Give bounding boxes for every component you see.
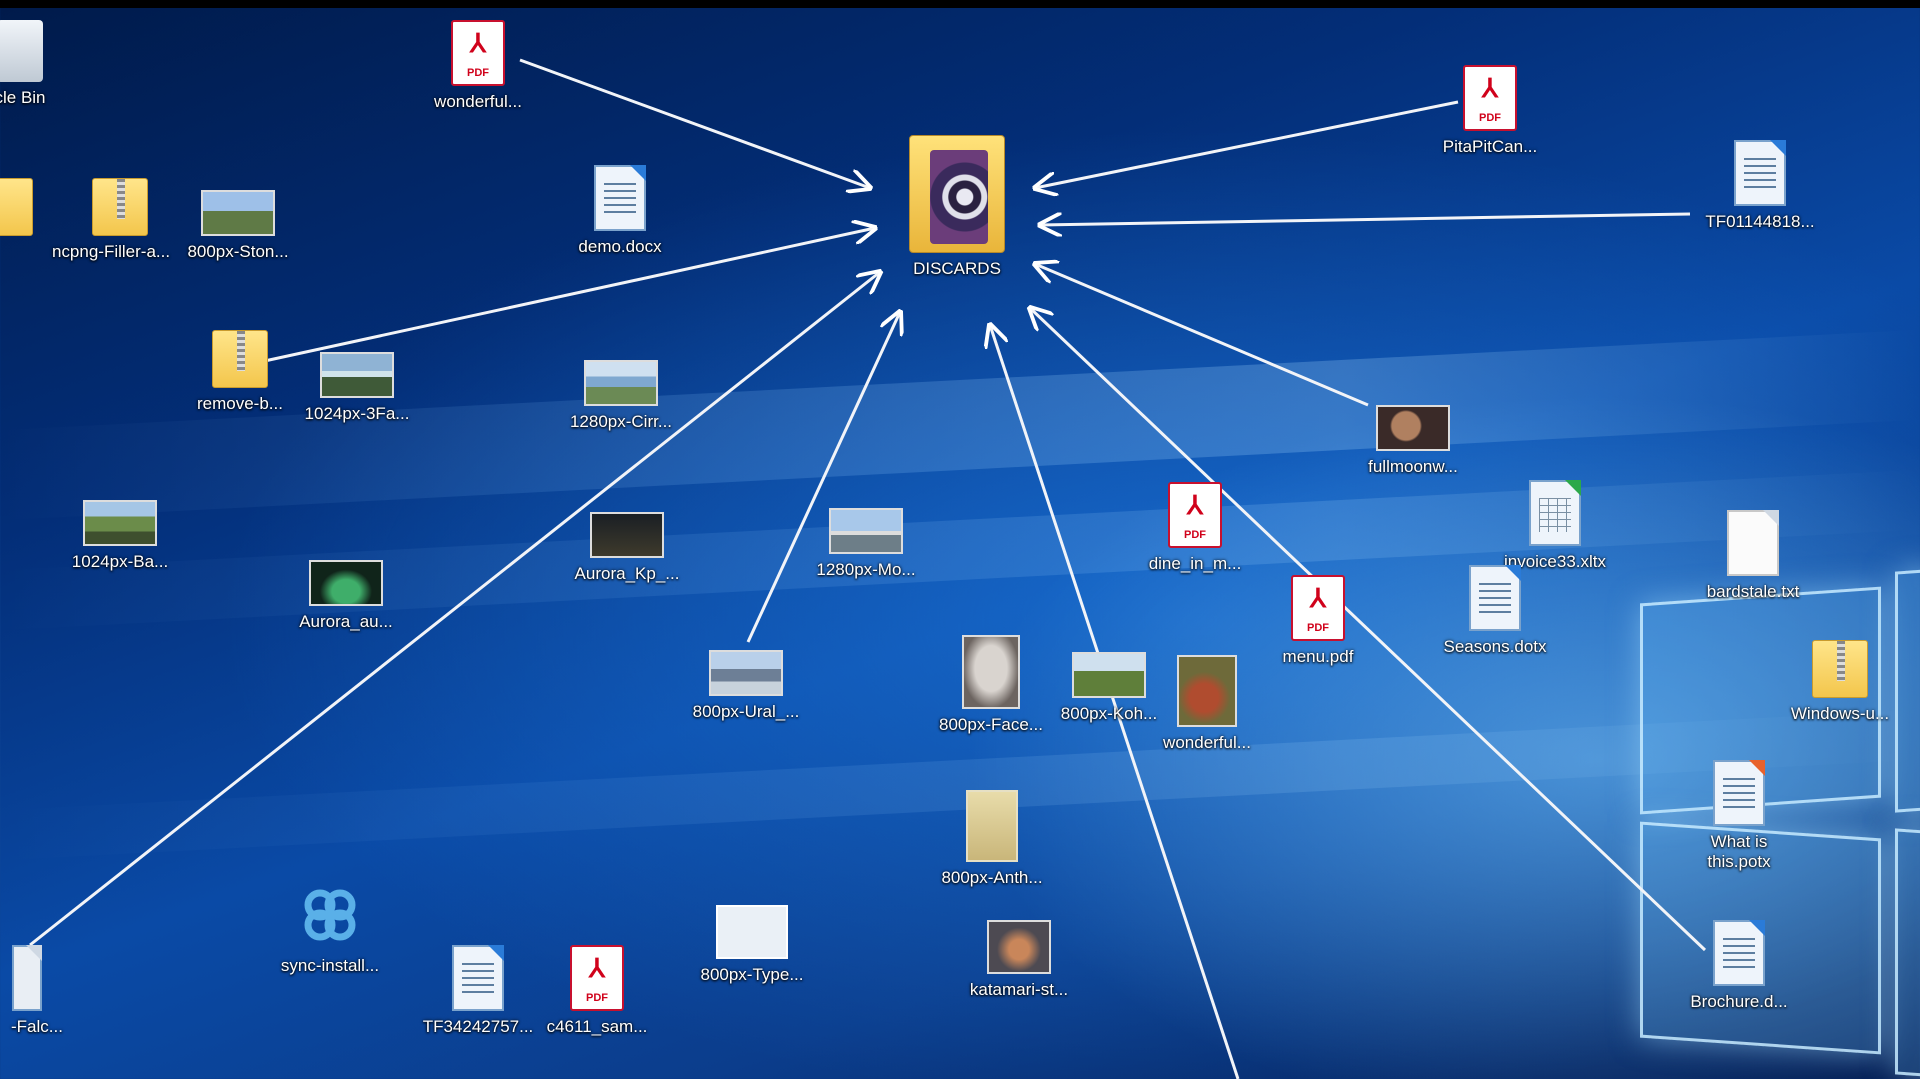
sync-icon [304, 889, 356, 941]
desktop-icon-tf01144818[interactable]: TF01144818... [1695, 140, 1825, 232]
pdf-icon: ⅄ PDF [451, 20, 505, 86]
image-icon [320, 352, 394, 398]
pdf-icon: ⅄ PDF [1291, 575, 1345, 641]
image-icon [709, 650, 783, 696]
image-icon [1376, 405, 1450, 451]
image-icon [716, 905, 788, 959]
desktop-icon-cirr[interactable]: 1280px-Cirr... [556, 360, 686, 432]
desktop-icon-sync[interactable]: sync-install... [265, 885, 395, 976]
desktop-icon-falc[interactable]: -Falc... [0, 945, 82, 1037]
zip-folder-icon [92, 178, 148, 236]
desktop-icon-ba[interactable]: 1024px-Ba... [55, 500, 185, 572]
document-icon [1469, 565, 1521, 631]
presentation-icon [1713, 760, 1765, 826]
document-icon [594, 165, 646, 231]
arrow-from-ural [746, 312, 900, 643]
document-icon [452, 945, 504, 1011]
desktop-icon-seasons[interactable]: Seasons.dotx [1430, 565, 1560, 657]
desktop-icon-fullmoon[interactable]: fullmoonw... [1348, 405, 1478, 477]
desktop-icon-brochure[interactable]: Brochure.d... [1674, 920, 1804, 1012]
arrow-from-falc [29, 272, 880, 947]
desktop-icon-anth[interactable]: 800px-Anth... [927, 790, 1057, 888]
desktop-icon-mo[interactable]: 1280px-Mo... [801, 508, 931, 580]
desktop-icon-whatis[interactable]: What is this.potx [1674, 760, 1804, 872]
image-icon [1177, 655, 1237, 727]
zip-folder-icon [1812, 640, 1868, 698]
desktop-icon-menu[interactable]: ⅄ PDF menu.pdf [1253, 575, 1383, 667]
pdf-icon: ⅄ PDF [1463, 65, 1517, 131]
desktop-icon-wonderful-pdf[interactable]: ⅄ PDF wonderful... [413, 20, 543, 112]
document-icon [1713, 920, 1765, 986]
desktop-icon-tf3424[interactable]: TF34242757... [413, 945, 543, 1037]
desktop-icon-remove-b[interactable]: remove-b... [175, 330, 305, 414]
recycle-bin-icon [0, 20, 43, 82]
image-icon [584, 360, 658, 406]
pdf-icon: ⅄ PDF [1168, 482, 1222, 548]
file-icon [12, 945, 42, 1011]
desktop-icon-aurora-kp[interactable]: Aurora_Kp_... [562, 512, 692, 584]
arrow-from-tf01144818 [1040, 212, 1691, 225]
desktop-icon-invoice[interactable]: invoice33.xltx [1490, 480, 1620, 572]
desktop-icon-windows-u[interactable]: Windows-u... [1775, 640, 1905, 724]
desktop-icon-stone[interactable]: 800px-Ston... [173, 190, 303, 262]
image-icon [1072, 652, 1146, 698]
folder-icon [0, 178, 33, 236]
desktop-icon-bards[interactable]: bardstale.txt [1688, 510, 1818, 602]
pdf-icon: ⅄ PDF [570, 945, 624, 1011]
document-icon [1734, 140, 1786, 206]
desktop-icon-wonderful-img[interactable]: wonderful... [1142, 655, 1272, 753]
image-icon [962, 635, 1020, 709]
image-icon [987, 920, 1051, 974]
image-icon [966, 790, 1018, 862]
image-icon [309, 560, 383, 606]
desktop-icon-pitapit[interactable]: ⅄ PDF PitaPitCan... [1425, 65, 1555, 157]
zip-folder-icon [212, 330, 268, 388]
image-icon [201, 190, 275, 236]
arrow-from-fullmoon [1035, 264, 1369, 407]
discards-folder[interactable]: DISCARDS [892, 135, 1022, 279]
spreadsheet-icon [1529, 480, 1581, 546]
desktop-icon-type[interactable]: 800px-Type... [687, 905, 817, 985]
desktop-icon-ural[interactable]: 800px-Ural_... [681, 650, 811, 722]
desktop-icon-aurora-au[interactable]: Aurora_au... [281, 560, 411, 632]
desktop-icon-png-filler[interactable]: png-Filler-a... [55, 178, 185, 262]
arrow-from-pitapit [1035, 100, 1459, 188]
desktop-icon-recycle-bin[interactable]: cle Bin [0, 20, 85, 108]
desktop-icon-face[interactable]: 800px-Face... [926, 635, 1056, 735]
image-icon [590, 512, 664, 558]
image-icon [829, 508, 903, 554]
desktop-icon-3fa[interactable]: 1024px-3Fa... [292, 352, 422, 424]
desktop-icon-dine[interactable]: ⅄ PDF dine_in_m... [1130, 482, 1260, 574]
image-icon [83, 500, 157, 546]
text-file-icon [1727, 510, 1779, 576]
discards-label: DISCARDS [913, 259, 1001, 278]
folder-icon [909, 135, 1005, 253]
desktop-icon-demo[interactable]: demo.docx [555, 165, 685, 257]
desktop-icon-c4611[interactable]: ⅄ PDF c4611_sam... [532, 945, 662, 1037]
desktop-icon-katamari[interactable]: katamari-st... [954, 920, 1084, 1000]
